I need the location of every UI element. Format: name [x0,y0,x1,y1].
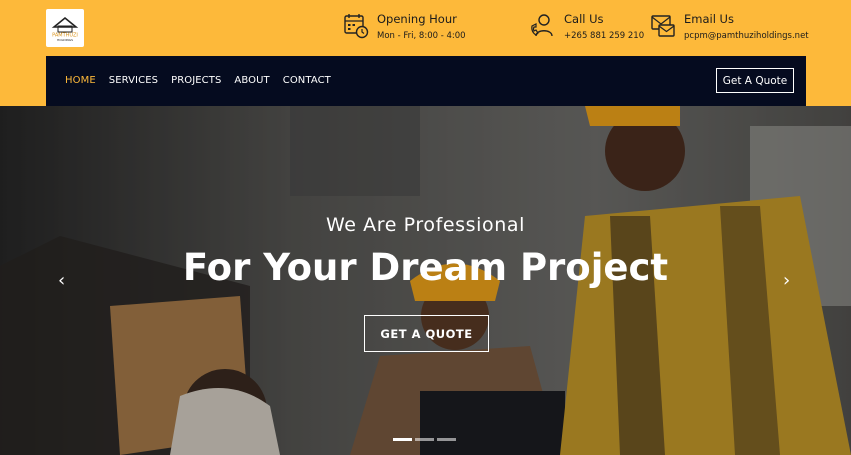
call-us-phone[interactable]: +265 881 259 210 [564,31,644,42]
nav-menu: HOME SERVICES PROJECTS ABOUT CONTACT [65,75,344,86]
call-us-info: Call Us +265 881 259 210 [530,12,644,42]
email-us-info: Email Us pcpm@pamthuziholdings.net [650,12,809,42]
hero-title: For Your Dream Project [182,246,669,289]
carousel-prev-arrow-icon[interactable]: ‹ [58,272,65,290]
nav-home[interactable]: HOME [65,75,96,86]
main-navbar: HOME SERVICES PROJECTS ABOUT CONTACT Get… [46,56,806,106]
opening-hour-title: Opening Hour [377,12,457,26]
nav-contact[interactable]: CONTACT [283,75,331,86]
top-bar: PAMTHUZI HOLDINGS Opening Hour Mon - Fri… [0,0,851,56]
calendar-clock-icon [344,14,369,39]
hero-subtitle: We Are Professional [325,214,526,236]
nav-projects[interactable]: PROJECTS [171,75,221,86]
opening-hour-detail: Mon - Fri, 8:00 - 4:00 [377,31,466,41]
logo[interactable]: PAMTHUZI HOLDINGS [46,9,84,47]
carousel-indicator-3[interactable] [437,438,456,441]
carousel-next-arrow-icon[interactable]: › [783,272,790,290]
logo-house-icon: PAMTHUZI HOLDINGS [51,16,79,42]
hero-carousel: We Are Professional For Your Dream Proje… [0,106,851,455]
get-a-quote-button[interactable]: Get A Quote [716,68,794,93]
email-icon [651,15,675,37]
nav-services[interactable]: SERVICES [109,75,158,86]
carousel-indicator-2[interactable] [415,438,434,441]
opening-hour-info: Opening Hour Mon - Fri, 8:00 - 4:00 [343,12,466,42]
call-support-icon [531,14,553,37]
logo-subtext: HOLDINGS [57,38,73,42]
nav-about[interactable]: ABOUT [234,75,269,86]
carousel-indicators [393,438,459,441]
email-us-address[interactable]: pcpm@pamthuziholdings.net [684,31,809,42]
email-us-title: Email Us [684,12,734,26]
carousel-indicator-1[interactable] [393,438,412,441]
call-us-title: Call Us [564,12,604,26]
hero-get-a-quote-button[interactable]: GET A QUOTE [364,315,489,352]
